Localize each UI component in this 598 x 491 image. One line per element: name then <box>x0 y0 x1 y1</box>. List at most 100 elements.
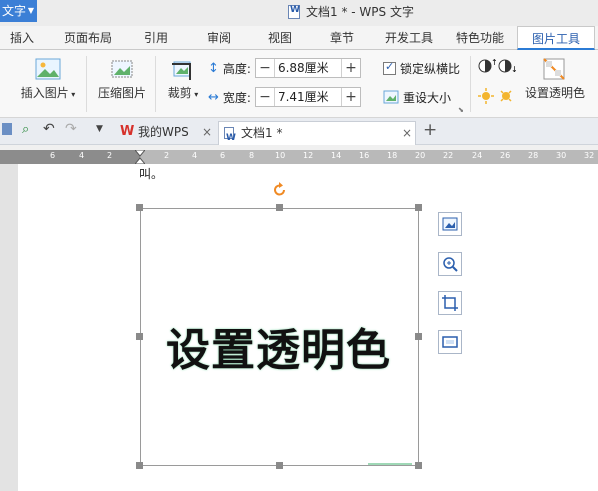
ruler-tick: 22 <box>443 151 454 160</box>
resize-handle-bottom-left[interactable] <box>136 462 143 469</box>
app-menu-button[interactable]: 文字 ▼ <box>0 0 37 22</box>
width-increase-button[interactable]: + <box>342 88 360 106</box>
menu-view[interactable]: 视图 <box>268 26 292 50</box>
crop-label: 裁剪 <box>167 86 192 100</box>
ruler-tick: 26 <box>500 151 511 160</box>
width-field: ↔ 宽度: − 7.41厘米 + <box>208 87 361 107</box>
crop-picture-button[interactable] <box>438 291 462 315</box>
height-decrease-button[interactable]: − <box>256 59 274 77</box>
crop-button[interactable]: 裁剪 ▾ <box>164 58 202 101</box>
menu-special[interactable]: 特色功能 <box>456 26 504 50</box>
contrast-decrease-icon[interactable]: ↓ <box>498 58 516 74</box>
brightness-decrease-icon[interactable] <box>498 88 516 104</box>
ruler-tick: 4 <box>192 151 198 160</box>
width-stepper[interactable]: − 7.41厘米 + <box>254 87 361 107</box>
ruler-tick: 2 <box>164 151 170 160</box>
set-transparent-color-button[interactable]: 设置透明色 <box>522 58 588 101</box>
menu-section[interactable]: 章节 <box>330 26 354 50</box>
set-transparent-label: 设置透明色 <box>524 86 585 100</box>
redo-icon[interactable]: ↷ <box>65 121 77 137</box>
close-icon[interactable]: × <box>402 122 412 144</box>
ruler-tick: 12 <box>303 151 314 160</box>
app-label: 文字 <box>2 4 27 18</box>
resize-handle-right[interactable] <box>415 333 422 340</box>
ruler-tick: 14 <box>331 151 342 160</box>
height-label: 高度: <box>222 61 251 76</box>
document-icon <box>224 127 236 149</box>
ruler-tick: 30 <box>556 151 567 160</box>
ruler-tick: 4 <box>79 151 85 160</box>
close-icon[interactable]: × <box>202 121 212 143</box>
height-input[interactable]: 6.88厘米 <box>273 59 342 77</box>
width-label: 宽度: <box>222 90 251 105</box>
frame-icon <box>442 336 458 348</box>
undo-icon[interactable]: ↶ <box>43 121 55 137</box>
layout-icon[interactable] <box>2 123 12 135</box>
picture-edge <box>368 463 412 465</box>
ruler-tick: 16 <box>359 151 370 160</box>
wps-logo-icon: W <box>120 124 135 139</box>
resize-handle-top[interactable] <box>276 204 283 211</box>
height-stepper[interactable]: − 6.88厘米 + <box>254 58 361 78</box>
resize-handle-bottom-right[interactable] <box>415 462 422 469</box>
menu-page-layout[interactable]: 页面布局 <box>64 26 112 50</box>
crop-icon <box>442 295 458 311</box>
lock-ratio-checkbox[interactable]: 锁定纵横比 <box>383 58 460 78</box>
tab-document[interactable]: 文档1 * × <box>218 121 416 149</box>
tab-my-wps[interactable]: W 我的WPS × <box>114 121 216 145</box>
resize-handle-top-left[interactable] <box>136 204 143 211</box>
window-title: 文档1 * - WPS 文字 <box>288 3 414 20</box>
brightness-increase-icon[interactable] <box>478 88 496 104</box>
chevron-down-icon: ▾ <box>191 90 199 99</box>
ruler-tick: 20 <box>415 151 426 160</box>
title-bar: 文字 ▼ 文档1 * - WPS 文字 <box>0 0 598 26</box>
reset-size-button[interactable]: 重设大小 <box>383 87 451 107</box>
menu-developer[interactable]: 开发工具 <box>385 26 433 50</box>
reset-size-label: 重设大小 <box>403 90 452 105</box>
menu-picture-tools[interactable]: 图片工具 <box>517 26 596 50</box>
ruler-tick: 18 <box>387 151 398 160</box>
height-icon: ↕ <box>208 60 219 76</box>
checkbox-checked-icon <box>383 60 396 75</box>
chevron-down-icon: ▾ <box>68 90 76 99</box>
ruler-tick: 8 <box>249 151 255 160</box>
svg-text:↑: ↑ <box>491 58 496 67</box>
window-title-text: 文档1 * - WPS 文字 <box>306 5 414 19</box>
contrast-increase-icon[interactable]: ↑ <box>478 58 496 74</box>
insert-picture-button[interactable]: 插入图片 ▾ <box>18 58 78 101</box>
caption-fragment: 叫。 <box>139 167 164 181</box>
zoom-picture-button[interactable] <box>438 252 462 276</box>
selected-picture[interactable]: 设置透明色 <box>140 208 419 466</box>
layout-options-button[interactable] <box>438 212 462 236</box>
ruler-tick: 6 <box>220 151 226 160</box>
rotate-handle-icon[interactable] <box>272 182 288 198</box>
picture-icon <box>35 58 61 80</box>
menu-references[interactable]: 引用 <box>144 26 168 50</box>
dialog-launcher-icon[interactable]: ⬊ <box>458 106 464 114</box>
height-increase-button[interactable]: + <box>342 59 360 77</box>
horizontal-ruler[interactable]: 6 4 2 2 4 6 8 10 12 14 16 18 20 22 24 26… <box>0 150 598 164</box>
new-tab-plus-icon[interactable]: + <box>423 120 437 140</box>
chevron-down-icon[interactable]: ▼ <box>96 124 103 134</box>
tab-my-wps-label: 我的WPS <box>138 125 189 139</box>
compress-picture-label: 压缩图片 <box>97 86 146 100</box>
compress-picture-button[interactable]: 压缩图片 <box>96 58 148 101</box>
print-preview-icon[interactable]: ⌕ <box>22 122 29 137</box>
width-decrease-button[interactable]: − <box>256 88 274 106</box>
layout-options-icon <box>442 217 458 231</box>
document-icon <box>288 4 300 19</box>
resize-handle-top-right[interactable] <box>415 204 422 211</box>
document-page[interactable]: 叫。 设置透明色 <box>18 164 598 491</box>
width-input[interactable]: 7.41厘米 <box>273 88 342 106</box>
ruler-tick: 6 <box>50 151 56 160</box>
ruler-tick: 32 <box>584 151 595 160</box>
menu-insert[interactable]: 插入 <box>10 26 34 50</box>
resize-handle-bottom[interactable] <box>276 462 283 469</box>
resize-handle-left[interactable] <box>136 333 143 340</box>
indent-marker-icon[interactable] <box>135 150 145 164</box>
picture-frame-button[interactable] <box>438 330 462 354</box>
menu-review[interactable]: 审阅 <box>207 26 231 50</box>
zoom-in-icon <box>443 257 458 272</box>
chevron-down-icon: ▼ <box>27 6 34 15</box>
document-tab-bar: ⌕ ↶ ↷ ▼ W 我的WPS × 文档1 * × + <box>0 118 598 149</box>
